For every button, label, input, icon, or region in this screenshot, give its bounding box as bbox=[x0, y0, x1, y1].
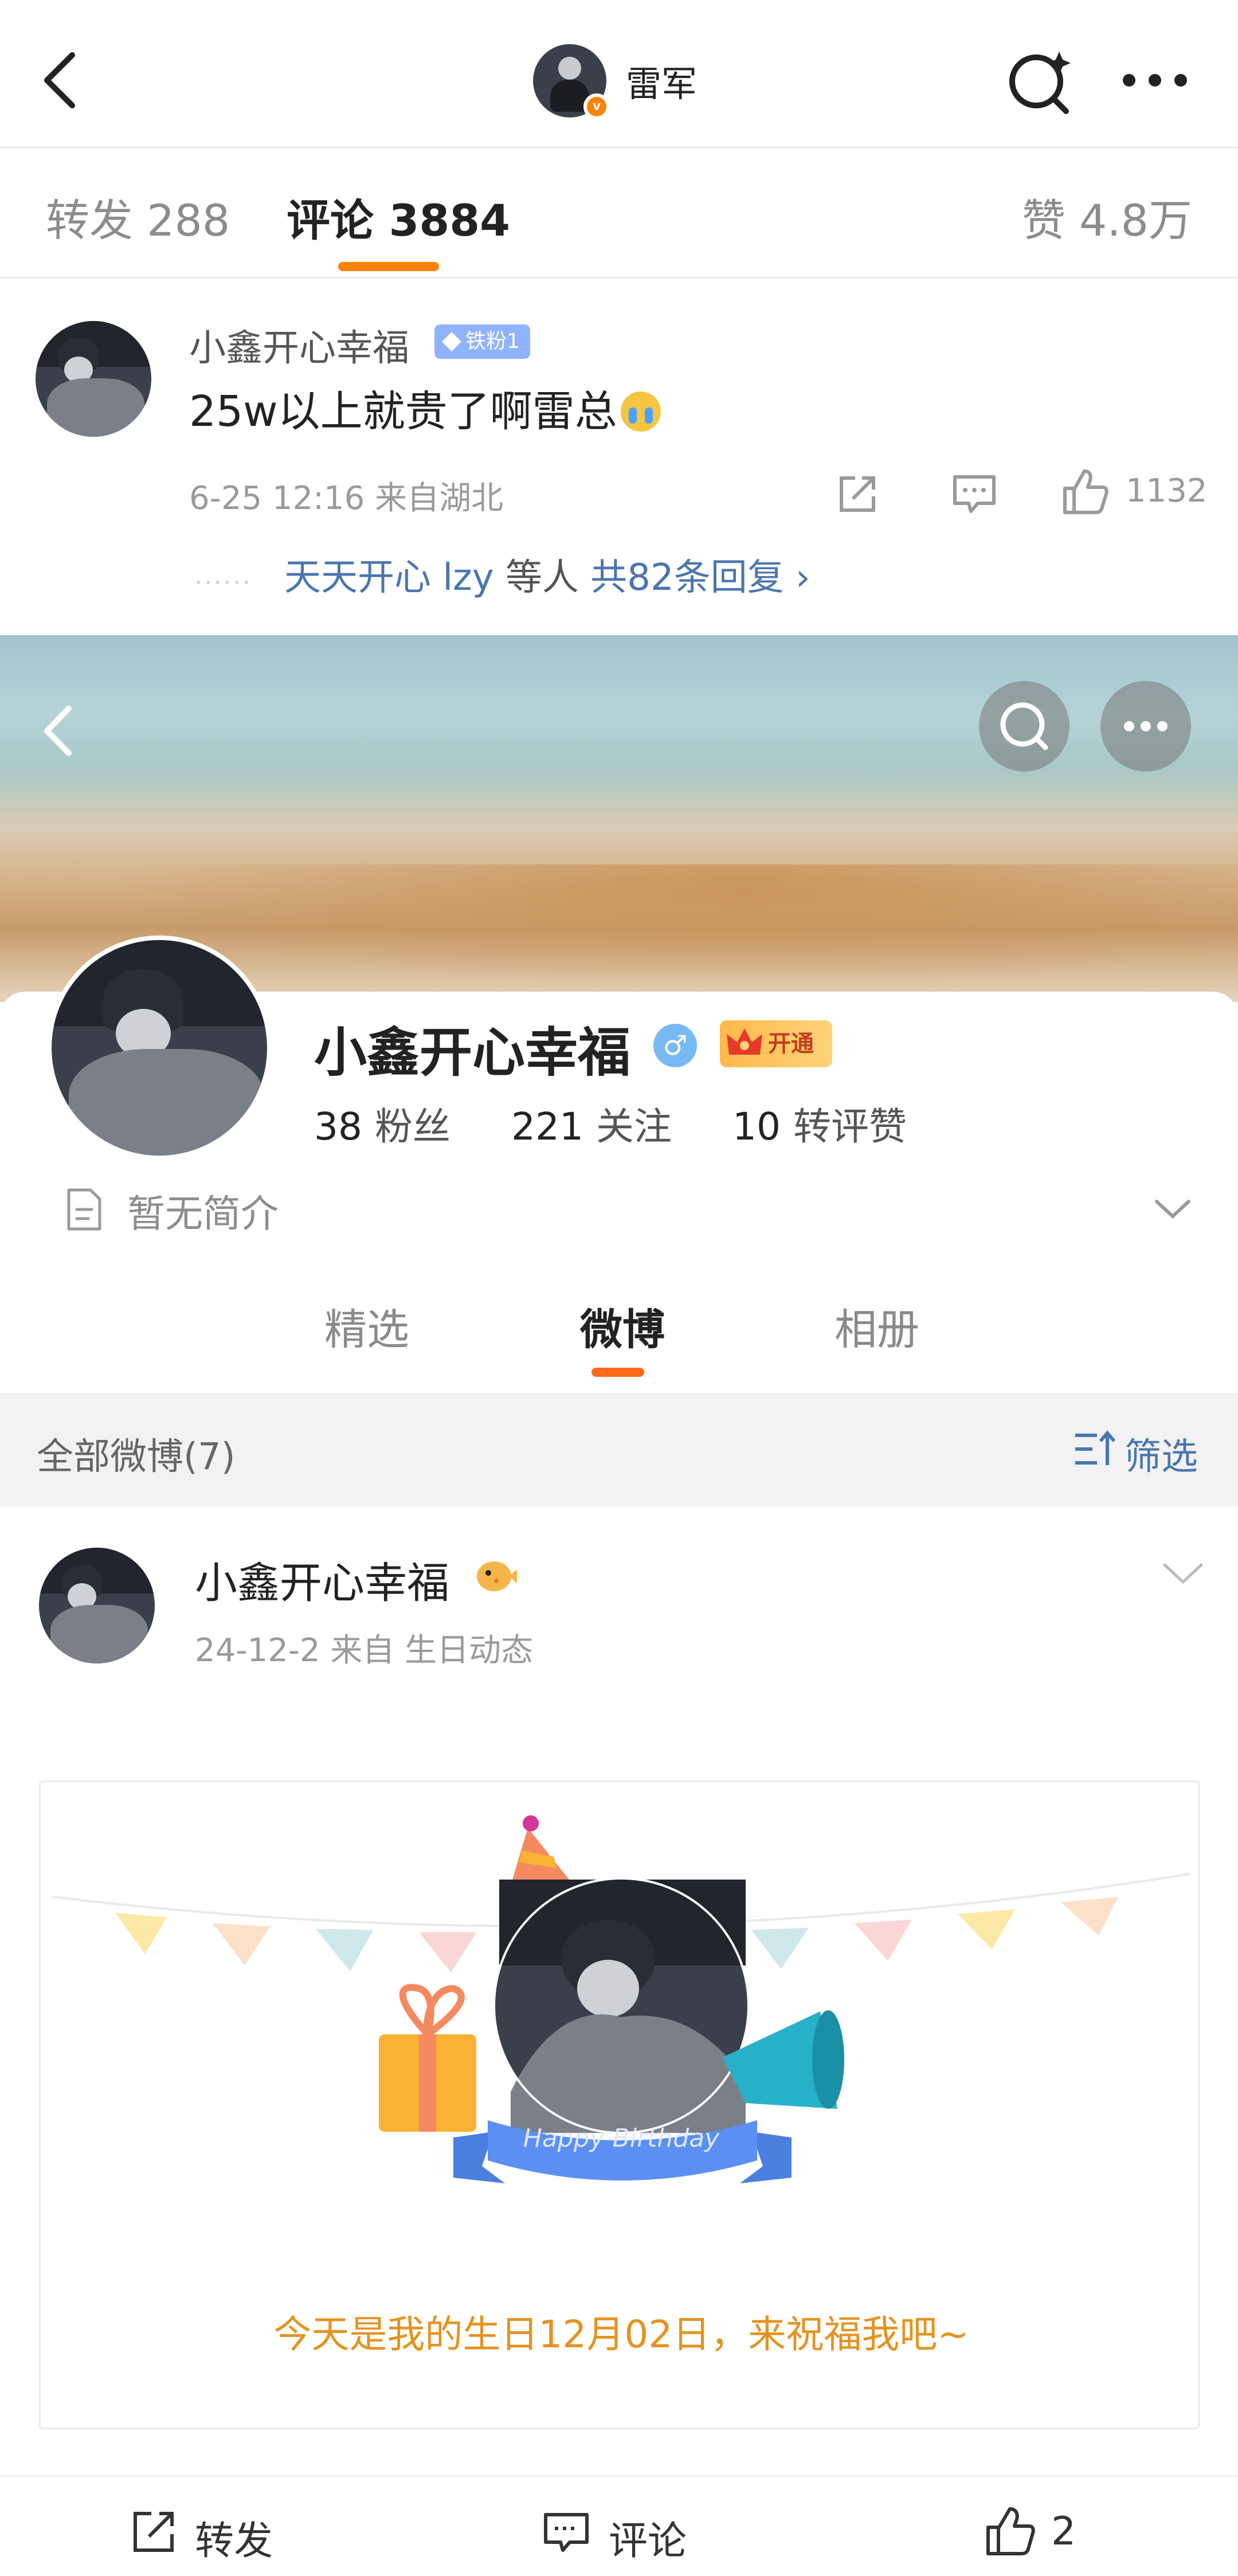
more-icon[interactable] bbox=[1118, 57, 1192, 103]
engagement-label: 转评赞 bbox=[793, 1105, 907, 1149]
engagement-stat[interactable]: 10 转评赞 bbox=[732, 1096, 907, 1151]
like-icon[interactable] bbox=[985, 2505, 1036, 2557]
back-icon[interactable] bbox=[34, 699, 80, 762]
followers-count: 38 bbox=[314, 1105, 362, 1149]
tab-forward[interactable]: 转发 288 bbox=[46, 185, 230, 248]
diamond-icon bbox=[442, 332, 461, 351]
pufferfish-icon bbox=[473, 1556, 518, 1596]
comment-username[interactable]: 小鑫开心幸福 bbox=[189, 319, 409, 371]
search-icon[interactable] bbox=[979, 681, 1069, 772]
reply-icon[interactable] bbox=[951, 472, 997, 516]
following-label: 关注 bbox=[596, 1105, 672, 1149]
fan-level-badge: 铁粉1 bbox=[434, 324, 530, 359]
reply-user[interactable]: 天天开心 lzy bbox=[284, 557, 494, 599]
happy-birthday-ribbon-text: Happy Birthday bbox=[523, 2124, 720, 2153]
comment-meta: 6-25 12:16 来自湖北 bbox=[189, 480, 504, 517]
top-nav-bar: v 雷军 bbox=[0, 0, 1238, 147]
replies-count[interactable]: 共82条回复 › bbox=[590, 557, 810, 599]
filter-icon[interactable] bbox=[1072, 1426, 1118, 1472]
tab-likes[interactable]: 赞 4.8万 bbox=[1022, 185, 1192, 248]
birthday-card[interactable]: Happy Birthday 今天是我的生日12月02日，来祝福我吧~ bbox=[39, 1780, 1200, 2429]
post-username[interactable]: 小鑫开心幸福 bbox=[195, 1549, 449, 1610]
nav-user[interactable]: v 雷军 bbox=[533, 44, 698, 120]
profile-stats: 38 粉丝 221 关注 10 转评赞 bbox=[314, 1096, 907, 1151]
repost-button[interactable]: 转发 bbox=[195, 2509, 273, 2566]
post-card: 小鑫开心幸福 24-12-2 来自 生日动态 Happy Birthday 今天… bbox=[0, 1506, 1238, 2576]
vip-open-button[interactable]: 开通 bbox=[720, 1020, 832, 1067]
chevron-down-icon[interactable] bbox=[1160, 1559, 1206, 1588]
engagement-count: 10 bbox=[732, 1105, 781, 1149]
comment-like-count: 1132 bbox=[1126, 472, 1208, 510]
verified-badge: v bbox=[583, 93, 610, 120]
chevron-down-icon[interactable] bbox=[1152, 1195, 1193, 1223]
tab-album[interactable]: 相册 bbox=[835, 1295, 919, 1357]
back-icon[interactable] bbox=[34, 46, 86, 115]
profile-avatar[interactable] bbox=[47, 935, 272, 1160]
post-avatar[interactable] bbox=[39, 1548, 155, 1663]
like-icon[interactable] bbox=[1061, 468, 1110, 516]
post-meta: 24-12-2 来自 生日动态 bbox=[195, 1632, 534, 1669]
share-icon[interactable] bbox=[836, 472, 879, 516]
crown-icon bbox=[727, 1028, 762, 1055]
following-count: 221 bbox=[511, 1105, 583, 1149]
tab-comments[interactable]: 评论 3884 bbox=[287, 185, 510, 248]
nav-username: 雷军 bbox=[626, 63, 698, 105]
followers-label: 粉丝 bbox=[374, 1105, 450, 1149]
profile-tab-indicator bbox=[591, 1368, 644, 1377]
more-icon[interactable] bbox=[1100, 681, 1191, 772]
filter-button[interactable]: 筛选 bbox=[1125, 1427, 1198, 1480]
vip-label[interactable]: 开通 bbox=[768, 1031, 814, 1057]
comment-icon[interactable] bbox=[542, 2510, 590, 2555]
post-action-bar: 转发 评论 2 bbox=[0, 2475, 1238, 2576]
followers-stat[interactable]: 38 粉丝 bbox=[314, 1096, 450, 1151]
tab-featured[interactable]: 精选 bbox=[324, 1295, 409, 1357]
comment-button[interactable]: 评论 bbox=[609, 2509, 687, 2566]
profile-name: 小鑫开心幸福 bbox=[314, 1022, 631, 1083]
tab-weibo[interactable]: 微博 bbox=[580, 1295, 665, 1357]
profile-bio: 暂无简介 bbox=[127, 1192, 279, 1236]
replies-connector: 等人 bbox=[493, 557, 591, 599]
replies-link[interactable]: 天天开心 lzy 等人 共82条回复 › bbox=[284, 548, 810, 601]
search-icon[interactable] bbox=[1002, 44, 1076, 118]
comment-item: 小鑫开心幸福 铁粉1 25w以上就贵了啊雷总 6-25 12:16 来自湖北 1… bbox=[0, 279, 1238, 635]
following-stat[interactable]: 221 关注 bbox=[511, 1096, 672, 1151]
filter-bar: 全部微博(7) 筛选 bbox=[0, 1393, 1238, 1506]
comment-body: 25w以上就贵了啊雷总 bbox=[189, 387, 617, 436]
nav-avatar[interactable]: v bbox=[533, 44, 610, 120]
repost-icon[interactable] bbox=[131, 2509, 177, 2555]
tab-active-indicator bbox=[338, 262, 439, 271]
male-icon: ♂ bbox=[653, 1024, 697, 1067]
fan-badge-label: 铁粉1 bbox=[465, 330, 520, 353]
all-posts-count: 全部微博(7) bbox=[37, 1436, 236, 1478]
birthday-message: 今天是我的生日12月02日，来祝福我吧~ bbox=[273, 2312, 969, 2356]
post-like-count[interactable]: 2 bbox=[1051, 2509, 1076, 2554]
comment-avatar[interactable] bbox=[36, 321, 151, 437]
document-icon bbox=[64, 1187, 104, 1232]
detail-tabs: 转发 288 评论 3884 赞 4.8万 bbox=[0, 147, 1238, 279]
crying-emoji-icon bbox=[620, 392, 661, 432]
reply-dots: ······ bbox=[195, 570, 253, 596]
birthday-illustration bbox=[52, 1815, 1191, 2183]
comment-text: 25w以上就贵了啊雷总 bbox=[189, 377, 661, 439]
